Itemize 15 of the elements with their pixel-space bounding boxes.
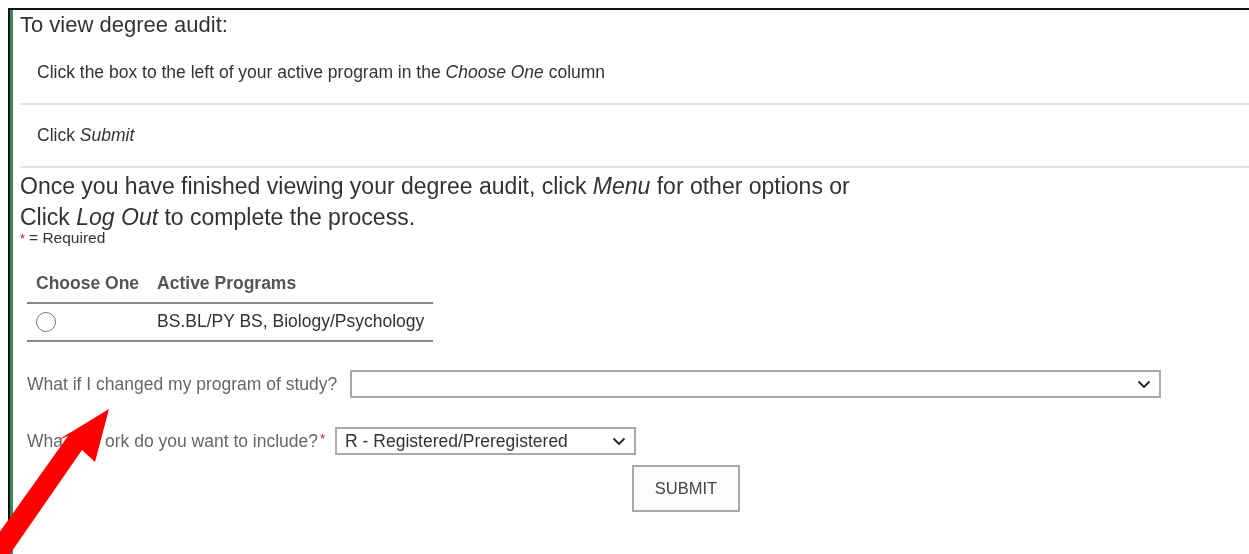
required-legend: = Required	[29, 229, 106, 247]
field-label: Wha	[27, 430, 63, 452]
column-header: Choose One	[36, 273, 140, 294]
required-asterisk: *	[320, 430, 326, 446]
heading: To view degree audit:	[20, 11, 228, 39]
work-dropdown[interactable]: R - Registered/Preregistered	[335, 427, 637, 455]
step-text: Click Submit	[37, 125, 135, 146]
closing-paragraph: Once you have finished viewing your degree audit, click Menu for other options or Click Log Out to complete the process.	[20, 172, 850, 232]
program-cell: BS.BL/PY BS, Biology/Psychology	[157, 311, 425, 332]
column-header: Active Programs	[157, 273, 297, 294]
submit-button[interactable]: SUBMIT	[632, 465, 740, 512]
field-label: What if I changed my program of study?	[27, 373, 338, 395]
step-text: Click the box to the left of your active program in the Choose One column	[37, 62, 606, 83]
required-asterisk: *	[20, 231, 26, 246]
field-label: ork do you want to include?	[105, 430, 319, 452]
